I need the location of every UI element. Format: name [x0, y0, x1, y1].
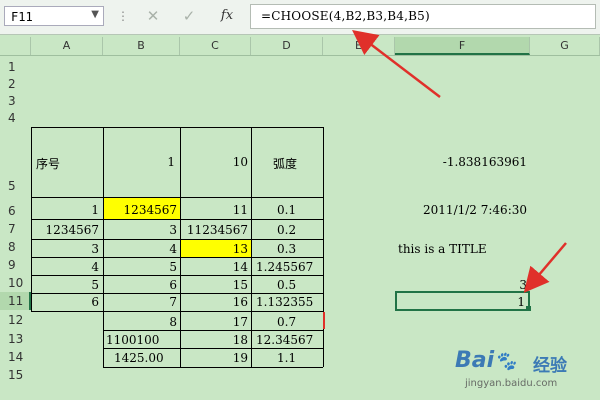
annotation-arrows	[352, 29, 567, 293]
watermark-text: 经验	[533, 356, 567, 376]
watermark-url: jingyan.baidu.com	[465, 378, 558, 389]
baidu-watermark: Bai🐾 经验 jingyan.baidu.com	[455, 348, 595, 398]
paw-icon: 🐾	[494, 351, 517, 372]
arrow-to-formula	[352, 29, 441, 98]
arrow-to-result	[523, 242, 567, 293]
baidu-logo: Bai🐾	[455, 348, 517, 373]
